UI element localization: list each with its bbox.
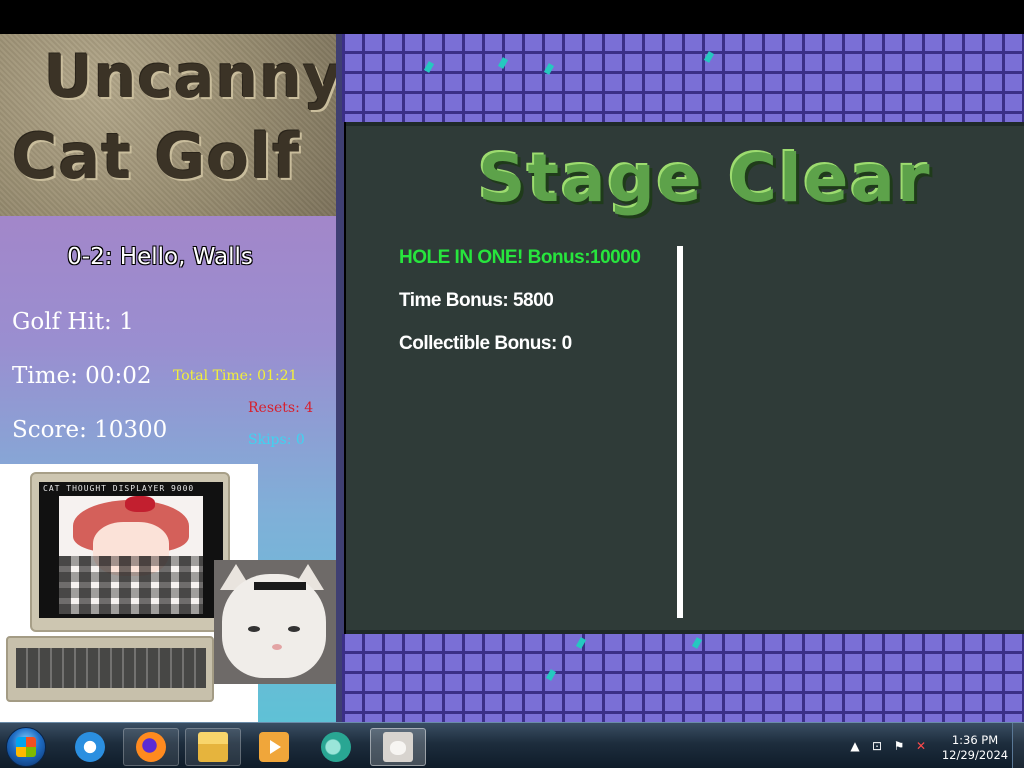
stage-clear-title: Stage Clear [478,140,932,217]
taskbar-windows-explorer[interactable] [185,728,241,766]
show-hidden-icons-arrow[interactable]: ▲ [848,739,862,753]
windows-taskbar: ▲ ⊡ ⚑ ✕ 1:36 PM 12/29/2024 [0,722,1024,768]
taskbar-clock[interactable]: 1:36 PM 12/29/2024 [940,733,1010,763]
hole-in-one-bonus: HOLE IN ONE! Bonus:10000 [399,247,641,268]
game-area-edge [336,34,344,722]
media-player-icon [259,732,289,762]
logo-line-2: Cat Golf [12,120,301,193]
score-counter: Score: 10300 [12,417,168,443]
bottom-wall-tiles [342,634,1024,722]
game-logo: Uncanny Cat Golf [0,34,336,216]
total-time: Total Time: 01:21 [173,368,298,384]
network-icon[interactable]: ⊡ [870,739,884,753]
top-wall-tiles [342,34,1024,122]
panel-divider [677,246,683,618]
cat-photo [214,560,336,684]
taskbar-cat-golf-window[interactable] [370,728,426,766]
resets-counter: Resets: 4 [248,400,314,416]
skips-counter: Skips: 0 [248,432,305,448]
windows-logo-icon [16,737,36,757]
clock-time: 1:36 PM [951,733,999,747]
logo-line-1: Uncanny [44,42,336,112]
internet-explorer-icon [75,732,105,762]
volume-muted-icon[interactable]: ✕ [914,739,928,753]
cat-window-icon [383,732,413,762]
taskbar-firefox[interactable] [123,728,179,766]
firefox-icon [136,732,166,762]
time-counter: Time: 00:02 [12,363,152,389]
level-title: 0-2: Hello, Walls [67,244,253,270]
time-bonus: Time Bonus: 5800 [399,290,554,311]
collectible-bonus: Collectible Bonus: 0 [399,333,572,354]
computer-monitor: CAT THOUGHT DISPLAYER 9000 [30,472,230,632]
start-button[interactable] [6,727,46,767]
taskbar-internet-explorer[interactable] [62,728,118,766]
action-center-flag-icon[interactable]: ⚑ [892,739,906,753]
system-tray: ▲ ⊡ ⚑ ✕ [848,723,928,768]
anime-girl-image [59,496,203,614]
computer-screen: CAT THOUGHT DISPLAYER 9000 [39,482,223,618]
clock-date: 12/29/2024 [941,748,1009,762]
folder-icon [198,732,228,762]
golf-hit-counter: Golf Hit: 1 [12,309,134,335]
fish-app-icon [321,732,351,762]
show-desktop-button[interactable] [1012,723,1024,768]
computer-keyboard [6,636,214,702]
taskbar-media-player[interactable] [246,728,302,766]
taskbar-fish-app[interactable] [308,728,364,766]
top-letterbox [0,0,1024,34]
screen-caption: CAT THOUGHT DISPLAYER 9000 [43,484,195,493]
